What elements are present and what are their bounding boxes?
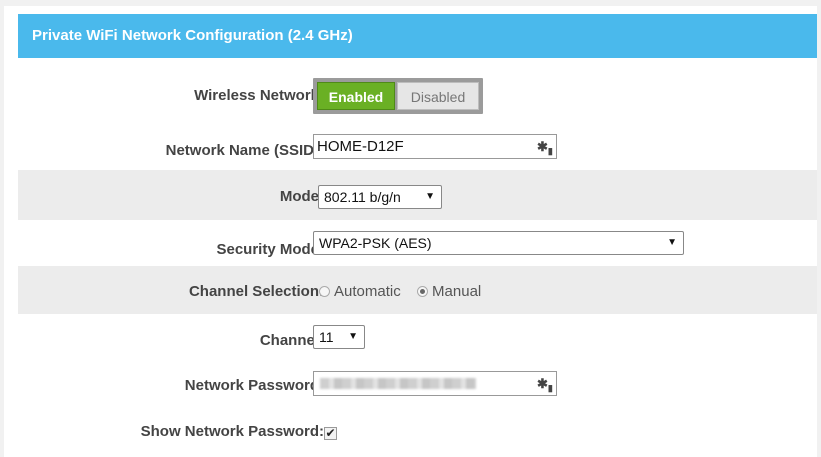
chevron-down-icon: ▼	[425, 191, 435, 202]
channel-row: Channel:	[18, 314, 820, 364]
show-password-row: Show Network Password:	[18, 410, 820, 457]
radio-automatic[interactable]: Automatic	[319, 283, 401, 300]
channel-selection-radio-group: Automatic Manual	[319, 282, 481, 302]
show-password-label: Show Network Password:	[140, 423, 324, 440]
ssid-input[interactable]: HOME-D12F ✱▮	[313, 134, 557, 159]
password-label: Network Password:	[184, 377, 324, 394]
disabled-button[interactable]: Disabled	[397, 82, 479, 110]
chevron-down-icon: ▼	[348, 331, 358, 342]
channel-select[interactable]: 11 ▼	[313, 325, 365, 349]
mode-value: 802.11 b/g/n	[324, 189, 401, 205]
channel-selection-label: Channel Selection:	[188, 283, 324, 300]
key-icon[interactable]: ✱▮	[537, 375, 553, 393]
ssid-label: Network Name (SSID):	[165, 142, 324, 159]
wireless-network-label: Wireless Network:	[194, 87, 324, 104]
page-background-right	[817, 0, 821, 457]
password-input[interactable]: ✱▮	[313, 371, 557, 396]
wifi-config-panel: Private WiFi Network Configuration (2.4 …	[18, 14, 820, 457]
show-password-checkbox[interactable]: ✔	[324, 427, 337, 440]
ssid-value: HOME-D12F	[317, 138, 404, 155]
key-icon[interactable]: ✱▮	[537, 138, 553, 156]
page-background-left	[0, 0, 4, 457]
channel-value: 11	[319, 329, 334, 345]
radio-manual[interactable]: Manual	[417, 283, 481, 300]
security-mode-value: WPA2-PSK (AES)	[319, 235, 432, 251]
chevron-down-icon: ▼	[667, 237, 677, 248]
security-mode-select[interactable]: WPA2-PSK (AES) ▼	[313, 231, 684, 255]
panel-title: Private WiFi Network Configuration (2.4 …	[18, 14, 820, 58]
security-mode-label: Security Mode:	[216, 241, 324, 258]
wireless-network-toggle: Enabled Disabled	[313, 78, 483, 114]
page-background-top	[0, 0, 821, 6]
enabled-button[interactable]: Enabled	[317, 82, 395, 110]
mode-select[interactable]: 802.11 b/g/n ▼	[318, 185, 442, 209]
masked-password	[320, 378, 476, 389]
